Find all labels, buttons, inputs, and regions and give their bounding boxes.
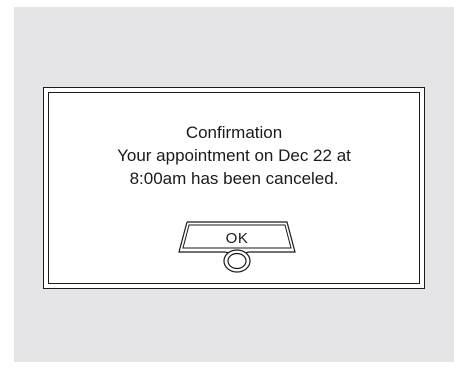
- dialog-frame: Confirmation Your appointment on Dec 22 …: [48, 92, 420, 284]
- ok-button[interactable]: OK: [177, 218, 297, 274]
- message-line-1: Your appointment on Dec 22 at: [117, 146, 351, 165]
- ok-knob-inner: [227, 252, 247, 270]
- confirmation-dialog: Confirmation Your appointment on Dec 22 …: [43, 87, 425, 289]
- ok-button-label: OK: [225, 230, 249, 247]
- message-line-2: 8:00am has been canceled.: [129, 169, 339, 188]
- dialog-message: Your appointment on Dec 22 at 8:00am has…: [49, 144, 419, 190]
- device-screen: Confirmation Your appointment on Dec 22 …: [14, 7, 454, 362]
- dialog-title: Confirmation: [185, 123, 283, 142]
